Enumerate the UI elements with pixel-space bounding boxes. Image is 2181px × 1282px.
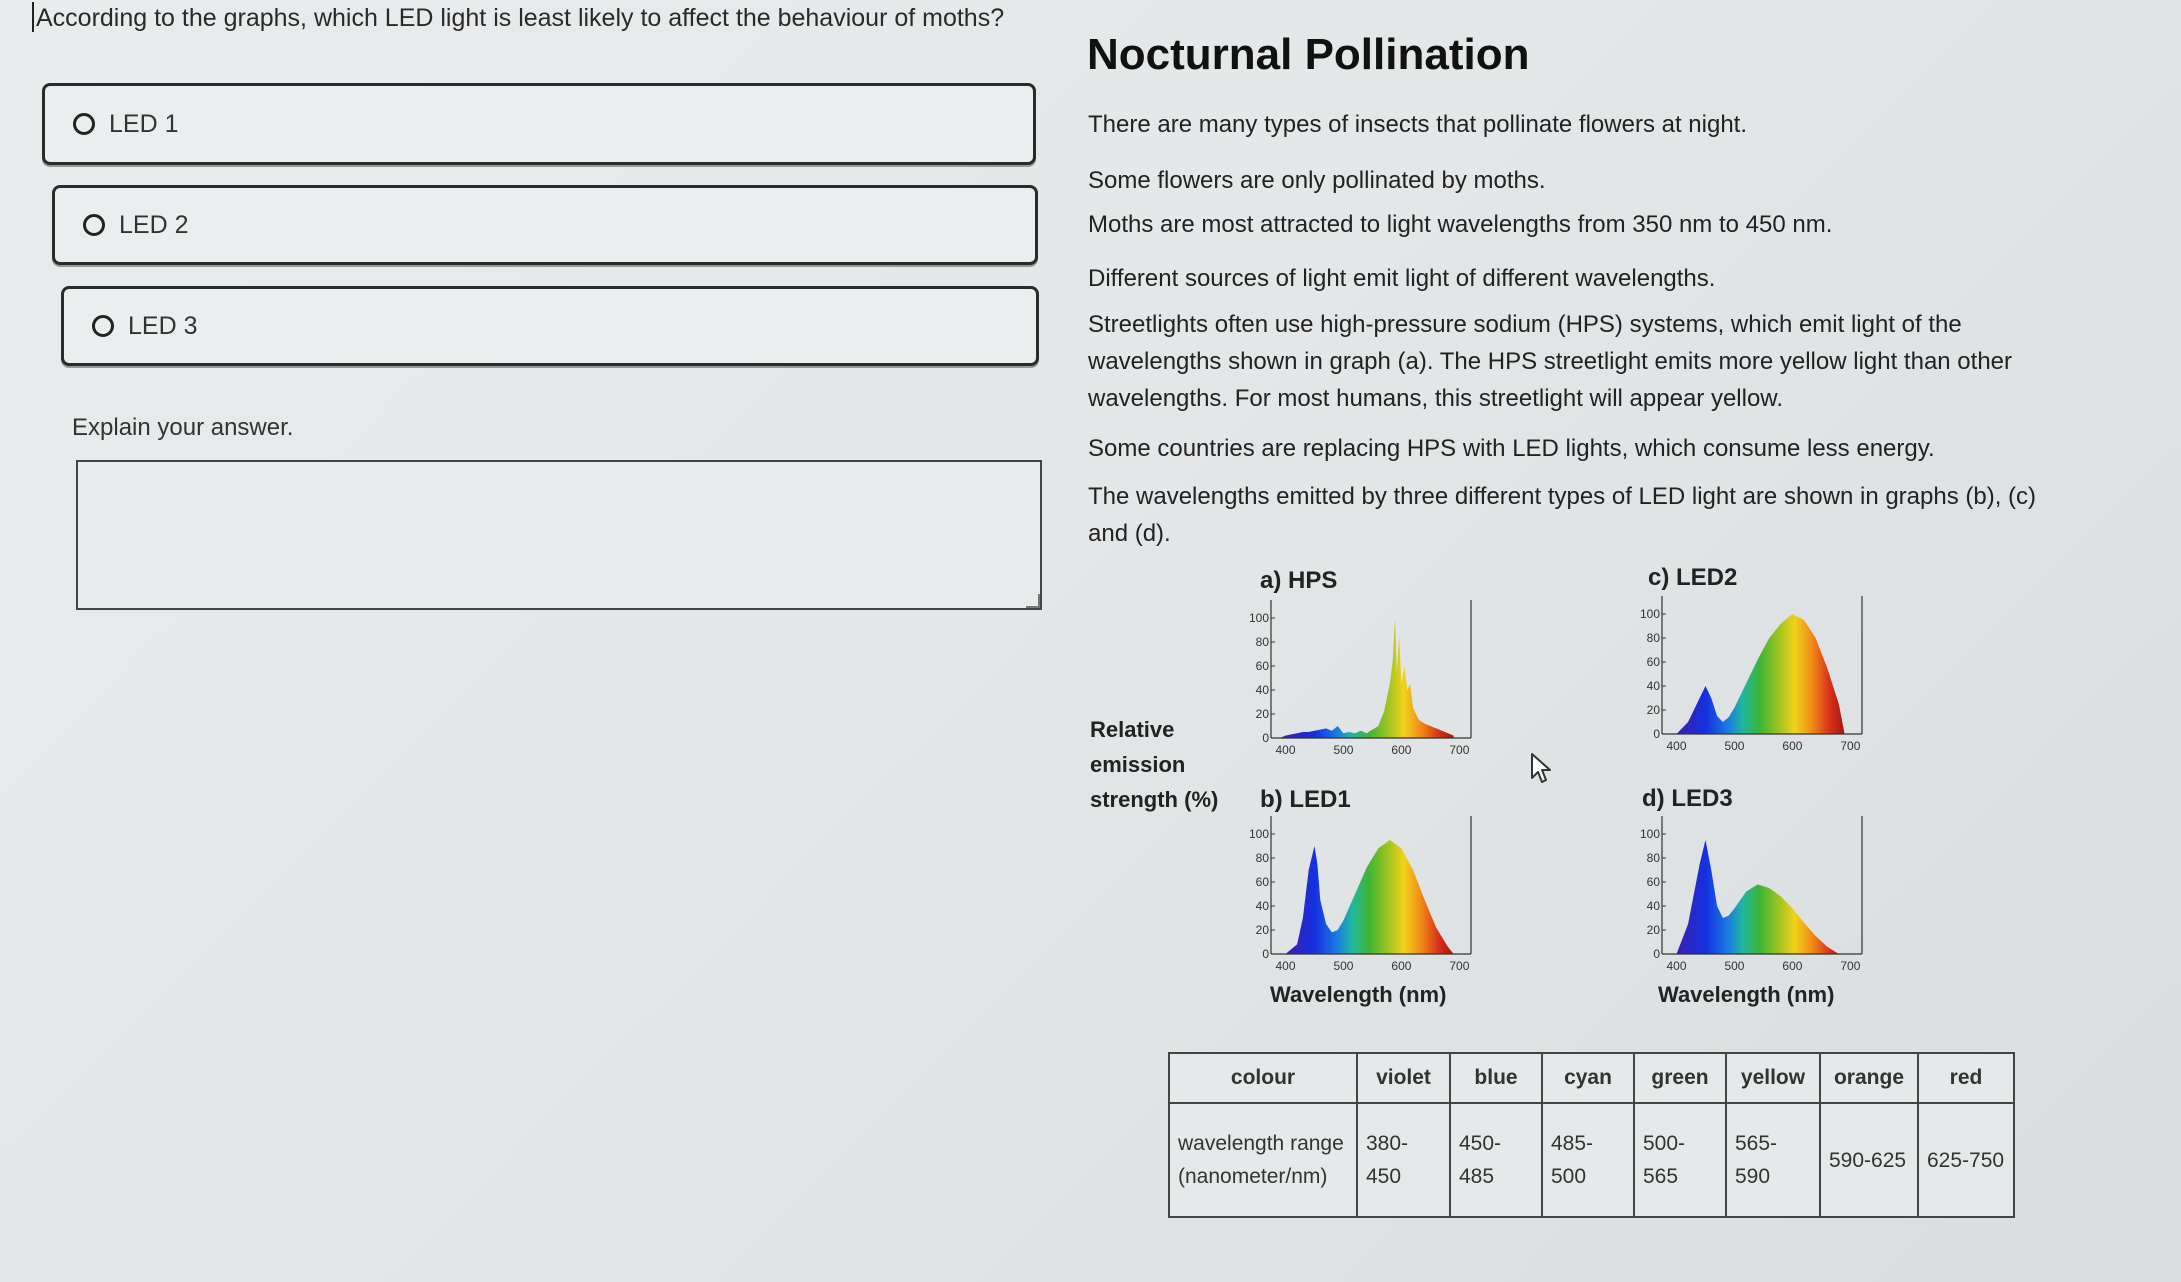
x-tick-label: 500 — [1724, 959, 1744, 973]
chart-title-hps: a) HPS — [1260, 567, 1338, 594]
chart-title-led2: c) LED2 — [1648, 564, 1738, 591]
x-tick-label: 700 — [1840, 739, 1860, 753]
option-led1[interactable]: LED 1 — [42, 83, 1036, 165]
table-cell: 625-750 — [1917, 1102, 2015, 1218]
answer-container — [76, 460, 1042, 610]
paragraph-1: There are many types of insects that pol… — [1088, 111, 1748, 138]
y-tick-label: 100 — [1640, 607, 1660, 621]
y-tick-label: 100 — [1249, 611, 1269, 625]
table-row: wavelength range (nanometer/nm) 380-450 … — [1168, 1102, 2015, 1218]
option-label: LED 1 — [109, 109, 179, 138]
y-tick-label: 0 — [1653, 947, 1660, 961]
chart-title-led3: d) LED3 — [1642, 785, 1733, 812]
table-cell: 485-500 — [1541, 1102, 1635, 1218]
y-tick-label: 100 — [1249, 827, 1269, 841]
y-tick-label: 60 — [1256, 875, 1270, 889]
hps-chart: 0 20 40 60 80 100 400 500 600 700 — [1249, 600, 1472, 757]
y-tick-label: 80 — [1256, 851, 1270, 865]
x-tick-label: 700 — [1840, 959, 1860, 973]
x-tick-label: 600 — [1391, 743, 1411, 757]
y-tick-label: 80 — [1256, 635, 1270, 649]
x-axis-title-right: Wavelength (nm) — [1658, 982, 1835, 1007]
option-label: LED 3 — [128, 311, 198, 340]
y-tick-label: 60 — [1647, 875, 1661, 889]
radio-button[interactable] — [83, 214, 105, 236]
y-tick-label: 60 — [1647, 655, 1661, 669]
paragraph-7: The wavelengths emitted by three differe… — [1088, 483, 2037, 547]
table-cell: 380-450 — [1356, 1102, 1451, 1218]
option-label: LED 2 — [119, 210, 189, 239]
x-tick-label: 400 — [1666, 959, 1686, 973]
table-cell: 500-565 — [1633, 1102, 1727, 1218]
table-header-cell: blue — [1449, 1052, 1543, 1104]
table-header-cell: colour — [1168, 1052, 1358, 1104]
y-tick-label: 40 — [1647, 679, 1661, 693]
paragraph-4: Different sources of light emit light of… — [1088, 265, 1716, 292]
table-header-cell: violet — [1356, 1052, 1451, 1104]
question-text: According to the graphs, which LED light… — [32, 2, 1004, 33]
y-tick-label: 0 — [1653, 727, 1660, 741]
answer-textarea[interactable] — [76, 460, 1042, 610]
x-tick-label: 500 — [1724, 739, 1744, 753]
y-tick-label: 0 — [1262, 731, 1269, 745]
x-tick-label: 500 — [1333, 743, 1353, 757]
table-cell: 590-625 — [1819, 1102, 1919, 1218]
radio-button[interactable] — [92, 315, 114, 337]
table-cell: 565-590 — [1725, 1102, 1821, 1218]
table-row-label: wavelength range (nanometer/nm) — [1168, 1102, 1358, 1218]
y-tick-label: 0 — [1262, 947, 1269, 961]
resize-handle[interactable] — [1026, 594, 1040, 608]
mouse-pointer-icon — [1531, 753, 1551, 783]
table-header-row: colour violet blue cyan green yellow ora… — [1168, 1052, 2015, 1104]
paragraph-5: Streetlights often use high-pressure sod… — [1088, 311, 2013, 412]
explain-label: Explain your answer. — [72, 414, 294, 441]
x-tick-label: 600 — [1782, 739, 1802, 753]
article-title: Nocturnal Pollination — [1087, 30, 1530, 79]
x-tick-label: 600 — [1391, 959, 1411, 973]
spectrum-area — [1279, 618, 1454, 738]
led2-chart: 0 20 40 60 80 100 400 500 600 700 — [1640, 596, 1863, 753]
chart-title-led1: b) LED1 — [1260, 786, 1351, 813]
radio-button[interactable] — [73, 113, 95, 135]
table-header-cell: green — [1633, 1052, 1727, 1104]
spectrum-area — [1285, 840, 1454, 954]
paragraph-2: Some flowers are only pollinated by moth… — [1088, 167, 1546, 194]
spectrum-area — [1676, 840, 1839, 954]
y-tick-label: 20 — [1256, 923, 1270, 937]
y-tick-label: 20 — [1256, 707, 1270, 721]
y-tick-label: 20 — [1647, 923, 1661, 937]
y-axis-title: Relative emission strength (%) — [1090, 717, 1219, 812]
y-tick-label: 80 — [1647, 851, 1661, 865]
x-tick-label: 400 — [1275, 743, 1295, 757]
x-tick-label: 400 — [1275, 959, 1295, 973]
table-header-cell: orange — [1819, 1052, 1919, 1104]
x-tick-label: 700 — [1449, 959, 1469, 973]
table-cell: 450-485 — [1449, 1102, 1543, 1218]
y-tick-label: 80 — [1647, 631, 1661, 645]
y-tick-label: 20 — [1647, 703, 1661, 717]
y-tick-label: 40 — [1647, 899, 1661, 913]
colour-wavelength-table: colour violet blue cyan green yellow ora… — [1168, 1052, 2015, 1218]
y-tick-label: 40 — [1256, 683, 1270, 697]
led3-chart: 0 20 40 60 80 100 400 500 600 700 — [1640, 816, 1863, 973]
y-tick-label: 40 — [1256, 899, 1270, 913]
x-tick-label: 500 — [1333, 959, 1353, 973]
y-tick-label: 60 — [1256, 659, 1270, 673]
spectrum-area — [1676, 614, 1845, 734]
text-cursor — [32, 2, 34, 32]
option-led3[interactable]: LED 3 — [61, 286, 1039, 366]
x-tick-label: 400 — [1666, 739, 1686, 753]
x-axis-title-left: Wavelength (nm) — [1270, 982, 1447, 1007]
led1-chart: 0 20 40 60 80 100 400 500 600 700 — [1249, 816, 1472, 973]
paragraph-3: Moths are most attracted to light wavele… — [1088, 211, 1833, 238]
paragraph-6: Some countries are replacing HPS with LE… — [1088, 435, 1935, 462]
x-tick-label: 700 — [1449, 743, 1469, 757]
table-header-cell: red — [1917, 1052, 2015, 1104]
table-header-cell: cyan — [1541, 1052, 1635, 1104]
table-header-cell: yellow — [1725, 1052, 1821, 1104]
option-led2[interactable]: LED 2 — [52, 185, 1038, 265]
x-tick-label: 600 — [1782, 959, 1802, 973]
y-tick-label: 100 — [1640, 827, 1660, 841]
